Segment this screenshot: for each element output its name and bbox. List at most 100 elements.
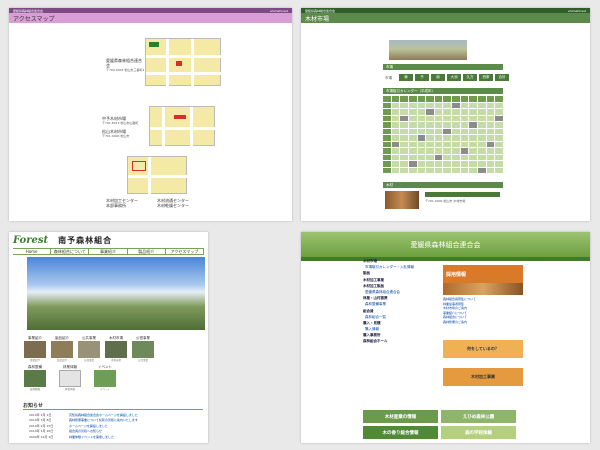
filter-button[interactable]: 大洲 <box>447 74 461 81</box>
thumb-item[interactable]: 木材市場 木材市場 <box>104 336 128 362</box>
filter-button[interactable]: 久万 <box>463 74 477 81</box>
nav-about[interactable]: 森林組合について <box>51 249 90 254</box>
filter-button[interactable]: 西条 <box>479 74 493 81</box>
table-cell <box>478 148 486 154</box>
filter-button[interactable]: 合計 <box>495 74 509 81</box>
menu-link[interactable]: 購入情報 <box>363 327 438 332</box>
table-cell <box>452 102 460 108</box>
table-cell <box>383 148 391 154</box>
table-cell <box>383 96 391 102</box>
map-bottom[interactable] <box>127 156 188 195</box>
menu-link[interactable]: 森林整備事業 <box>363 302 438 307</box>
table-cell <box>400 96 408 102</box>
nav-business[interactable]: 事業紹介 <box>89 249 128 254</box>
table-cell <box>408 148 417 154</box>
table-cell <box>383 102 391 108</box>
table-cell <box>478 102 486 108</box>
menu-heading: 購入・見積 <box>363 320 381 325</box>
table-cell <box>469 115 478 121</box>
table-cell <box>495 128 503 134</box>
table-cell <box>391 102 400 108</box>
forest-logo[interactable]: Forest <box>13 235 48 246</box>
table-cell <box>460 102 469 108</box>
table-cell <box>383 154 391 160</box>
table-cell <box>383 109 391 115</box>
table-cell <box>408 122 417 128</box>
table-cell <box>400 148 408 154</box>
table-cell <box>426 161 434 167</box>
map-main[interactable] <box>145 38 222 87</box>
table-cell <box>417 96 426 102</box>
menu-link[interactable]: 森林組合一覧 <box>363 315 438 320</box>
news-item[interactable]: 2009年 12月 1日 林業体験イベントを開催しました <box>29 434 199 440</box>
office-address: 〒791-8013 松山市山越町 <box>102 121 139 125</box>
thumb-item[interactable]: 公共事業 公共事業 <box>77 336 101 362</box>
banner-link[interactable]: えひめ森林公園 <box>441 410 516 423</box>
table-cell <box>391 122 400 128</box>
market-yard-photo <box>389 40 467 60</box>
banner-link[interactable]: 森の学校体験 <box>441 426 516 439</box>
table-cell <box>408 109 417 115</box>
table-cell <box>417 102 426 108</box>
table-cell <box>443 135 452 141</box>
menu-heading: 木材加工製品 <box>363 283 384 288</box>
promo-box[interactable]: 木材加工事業 <box>443 368 523 386</box>
main-nav: Home 森林組合について 事業紹介 製品紹介 アクセスマップ <box>13 248 205 255</box>
table-cell <box>486 128 495 134</box>
nav-access[interactable]: アクセスマップ <box>166 249 205 254</box>
menu-heading: 森林組合ホール <box>363 339 388 344</box>
table-cell <box>469 141 478 147</box>
table-cell <box>443 141 452 147</box>
banner-link[interactable]: 木材産業の情報 <box>363 410 438 423</box>
table-cell <box>391 154 400 160</box>
filter-button[interactable]: 東 <box>399 74 413 81</box>
table-cell <box>486 148 495 154</box>
table-cell <box>460 167 469 173</box>
table-cell <box>434 109 443 115</box>
thumb-item[interactable]: 森林整備 森林整備 <box>23 365 47 391</box>
filter-button[interactable]: 南 <box>431 74 445 81</box>
thumb-item[interactable]: イベント イベント <box>93 365 117 391</box>
table-cell <box>452 135 460 141</box>
table-cell <box>417 141 426 147</box>
market-title-bar: 木材市場 <box>301 13 590 23</box>
menu-link[interactable]: 市場取引カレンダー・入札情報 <box>363 265 438 270</box>
table-cell <box>434 141 443 147</box>
office-address: 〒791-0000 松山市 <box>102 134 130 138</box>
table-cell <box>434 154 443 160</box>
table-cell <box>417 109 426 115</box>
recruit-header[interactable]: 採用情報 <box>443 265 523 283</box>
nav-products[interactable]: 製品紹介 <box>128 249 166 254</box>
banner-link[interactable]: 木の香り総合情報 <box>363 426 438 439</box>
table-cell <box>408 102 417 108</box>
table-cell <box>383 167 391 173</box>
recruit-image <box>443 283 523 295</box>
promo-box[interactable]: 何をしているの？ <box>443 340 523 358</box>
header-right-logo: ehimeforest <box>270 8 288 13</box>
table-cell <box>434 135 443 141</box>
table-cell <box>426 154 434 160</box>
table-cell <box>469 128 478 134</box>
table-cell <box>434 122 443 128</box>
table-cell <box>391 96 400 102</box>
thumb-item[interactable]: 事業紹介 事業紹介 <box>23 336 47 362</box>
table-cell <box>408 167 417 173</box>
table-cell <box>391 109 400 115</box>
table-cell <box>417 135 426 141</box>
thumb-item[interactable]: 製品紹介 製品紹介 <box>50 336 74 362</box>
filter-button[interactable]: 予 <box>415 74 429 81</box>
table-cell <box>417 122 426 128</box>
thumb-item[interactable]: 林業体験 林業体験 <box>58 365 82 391</box>
side-link[interactable]: 森林整備のご案内 <box>443 320 523 325</box>
table-cell <box>486 109 495 115</box>
table-cell <box>426 115 434 121</box>
map-middle[interactable] <box>149 106 216 147</box>
nav-home[interactable]: Home <box>13 249 52 254</box>
table-cell <box>400 161 408 167</box>
thumb-item[interactable]: 公営事業 公営事業 <box>131 336 155 362</box>
table-cell <box>391 167 400 173</box>
office-name: 愛媛県森林組合連合会 <box>106 58 142 68</box>
table-cell <box>460 115 469 121</box>
menu-link[interactable]: 愛媛県森林組合連合会 <box>363 290 438 295</box>
table-cell <box>426 109 434 115</box>
